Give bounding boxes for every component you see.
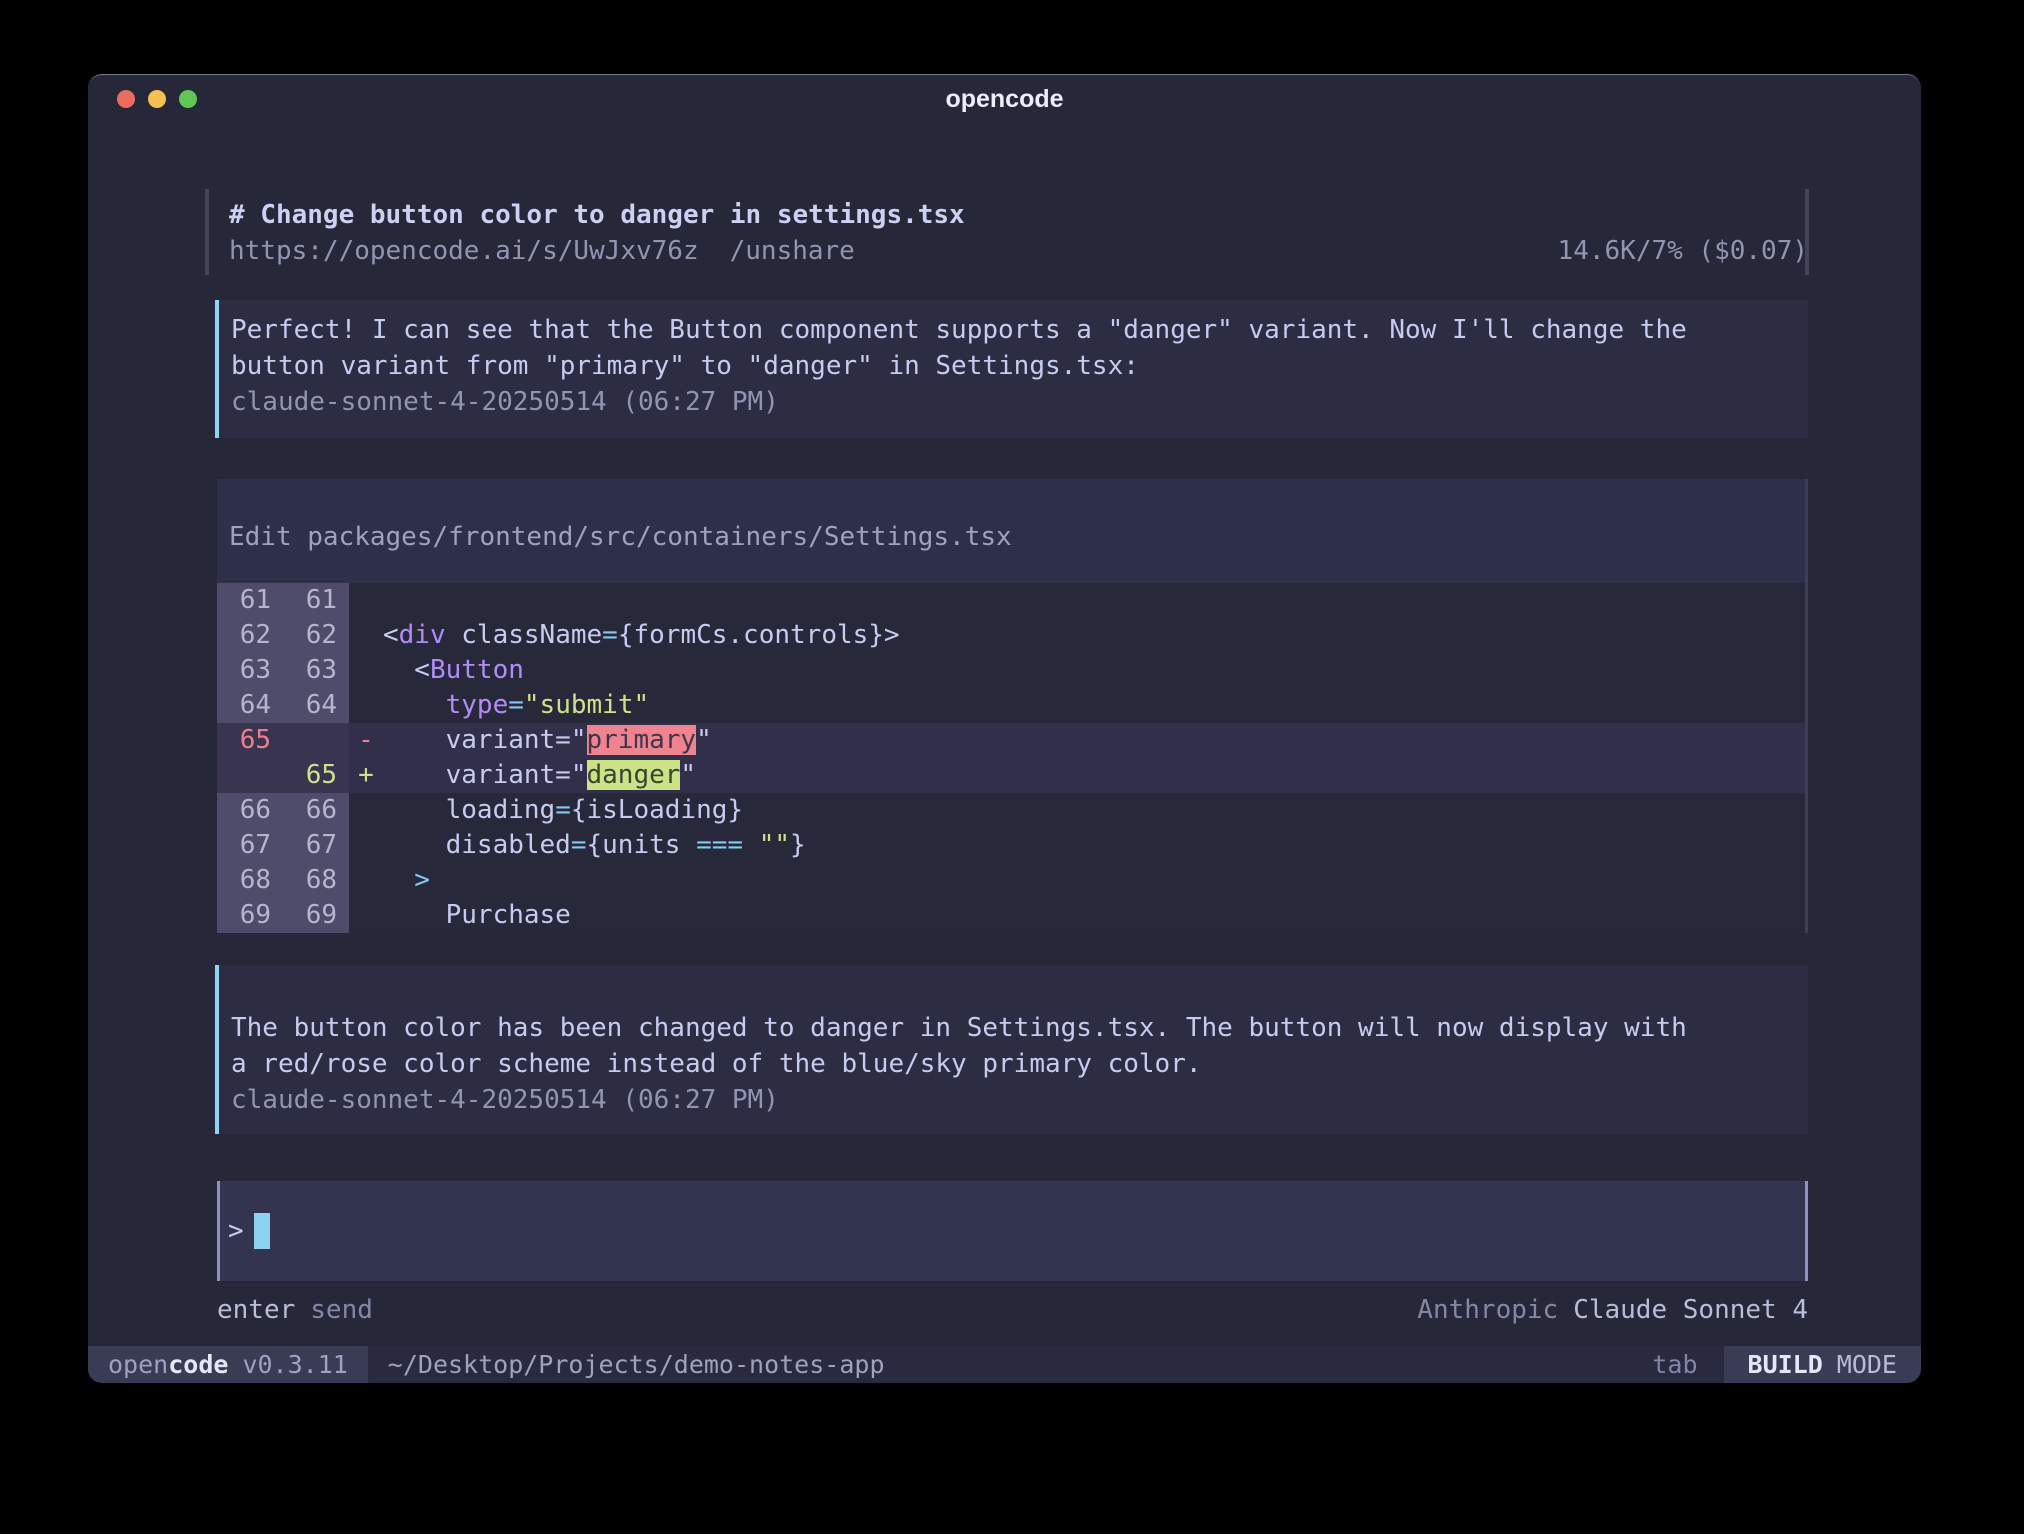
opencode-window: opencode # Change button color to danger… <box>88 74 1921 1383</box>
message-line: The button color has been changed to dan… <box>231 1010 1808 1046</box>
titlebar: opencode <box>88 75 1921 123</box>
message-line: Perfect! I can see that the Button compo… <box>231 312 1808 348</box>
diff-line-number-old: 65 <box>217 723 283 758</box>
diff-code-line: disabled={units === ""} <box>383 828 1805 863</box>
diff-line-number-old <box>217 758 283 793</box>
diff-code-line: <div className={formCs.controls}> <box>383 618 1805 653</box>
diff-line-number-old: 61 <box>217 583 283 618</box>
build-mode-badge: BUILD MODE <box>1724 1346 1921 1383</box>
hint-key: enter <box>217 1295 295 1325</box>
diff-row: 6363 <Button <box>217 653 1805 688</box>
traffic-lights <box>117 90 197 108</box>
diff-code-line: loading={isLoading} <box>383 793 1805 828</box>
diff-code-line: <Button <box>383 653 1805 688</box>
close-button[interactable] <box>117 90 135 108</box>
diff-line-number-new: 64 <box>283 688 349 723</box>
diff-code-line: variant="primary" <box>383 723 1805 758</box>
edit-tool-block: Edit packages/frontend/src/containers/Se… <box>217 479 1808 933</box>
mode-rest: MODE <box>1837 1350 1897 1379</box>
diff-line-number-new: 61 <box>283 583 349 618</box>
diff-line-number-new: 62 <box>283 618 349 653</box>
diff-marker: - <box>349 723 383 758</box>
diff-row: 6161 <box>217 583 1805 618</box>
diff-marker <box>349 828 383 863</box>
app-name-open: open <box>108 1350 168 1379</box>
diff-row: 65 - variant="primary" <box>217 723 1805 758</box>
diff-line-number-old: 62 <box>217 618 283 653</box>
message-meta: claude-sonnet-4-20250514 (06:27 PM) <box>231 1082 1808 1118</box>
diff-row: 6464 type="submit" <box>217 688 1805 723</box>
app-version: v0.3.11 <box>242 1350 347 1379</box>
diff-line-number-old: 68 <box>217 863 283 898</box>
header-left-bar <box>205 189 209 275</box>
diff-row: 6666 loading={isLoading} <box>217 793 1805 828</box>
hint-action: send <box>310 1295 373 1325</box>
diff-marker <box>349 793 383 828</box>
tab-key-hint: tab <box>1652 1346 1697 1383</box>
diff-row: 6767 disabled={units === ""} <box>217 828 1805 863</box>
prompt-input[interactable]: > <box>217 1181 1808 1281</box>
context-stats: 14.6K/7% ($0.07) <box>1558 233 1808 269</box>
message-meta: claude-sonnet-4-20250514 (06:27 PM) <box>231 384 1808 420</box>
diff-marker: + <box>349 758 383 793</box>
diff-line-number-new <box>283 723 349 758</box>
hints-row: enter send Anthropic Claude Sonnet 4 <box>217 1295 1808 1325</box>
unshare-command[interactable]: /unshare <box>730 236 855 266</box>
diff-row: 6969 Purchase <box>217 898 1805 933</box>
diff-line-number-new: 66 <box>283 793 349 828</box>
diff-rows: 61616262 <div className={formCs.controls}… <box>217 583 1805 933</box>
diff-marker <box>349 653 383 688</box>
session-header: # Change button color to danger in setti… <box>217 189 1808 275</box>
diff-code-line: type="submit" <box>383 688 1805 723</box>
diff-line-number-old: 67 <box>217 828 283 863</box>
minimize-button[interactable] <box>148 90 166 108</box>
message-line: a red/rose color scheme instead of the b… <box>231 1046 1808 1082</box>
window-title: opencode <box>945 85 1063 114</box>
text-cursor <box>254 1213 270 1249</box>
diff-marker <box>349 898 383 933</box>
diff-row: 6262 <div className={formCs.controls}> <box>217 618 1805 653</box>
diff-line-number-new: 68 <box>283 863 349 898</box>
diff-code-line: > <box>383 863 1805 898</box>
status-bar: opencode v0.3.11 ~/Desktop/Projects/demo-… <box>88 1346 1921 1383</box>
diff-line-number-new: 63 <box>283 653 349 688</box>
working-directory: ~/Desktop/Projects/demo-notes-app <box>388 1346 1653 1383</box>
diff-code-line <box>383 583 1805 618</box>
assistant-message-1: Perfect! I can see that the Button compo… <box>215 300 1808 438</box>
diff-code-line: variant="danger" <box>383 758 1805 793</box>
diff-line-number-old: 63 <box>217 653 283 688</box>
diff-marker <box>349 618 383 653</box>
diff-row: 6868 > <box>217 863 1805 898</box>
message-line: button variant from "primary" to "danger… <box>231 348 1808 384</box>
diff-marker <box>349 583 383 618</box>
edit-file-path: Edit packages/frontend/src/containers/Se… <box>217 479 1805 583</box>
diff-line-number-new: 69 <box>283 898 349 933</box>
assistant-message-2: The button color has been changed to dan… <box>215 965 1808 1134</box>
prompt-char: > <box>228 1216 244 1246</box>
diff-line-number-new: 67 <box>283 828 349 863</box>
app-name-code: code <box>168 1350 228 1379</box>
diff-marker <box>349 863 383 898</box>
mode-bold: BUILD <box>1748 1350 1823 1379</box>
diff-marker <box>349 688 383 723</box>
diff-line-number-old: 69 <box>217 898 283 933</box>
diff-line-number-new: 65 <box>283 758 349 793</box>
diff-line-number-old: 64 <box>217 688 283 723</box>
session-title: # Change button color to danger in setti… <box>229 197 965 233</box>
zoom-button[interactable] <box>179 90 197 108</box>
diff-code-line: Purchase <box>383 898 1805 933</box>
header-right-bar <box>1805 189 1809 275</box>
app-version-chip: opencode v0.3.11 <box>88 1346 368 1383</box>
model-provider: Anthropic <box>1417 1295 1558 1325</box>
share-url[interactable]: https://opencode.ai/s/UwJxv76z <box>229 236 699 266</box>
diff-line-number-old: 66 <box>217 793 283 828</box>
diff-row: 65+ variant="danger" <box>217 758 1805 793</box>
model-name: Claude Sonnet 4 <box>1573 1295 1808 1325</box>
